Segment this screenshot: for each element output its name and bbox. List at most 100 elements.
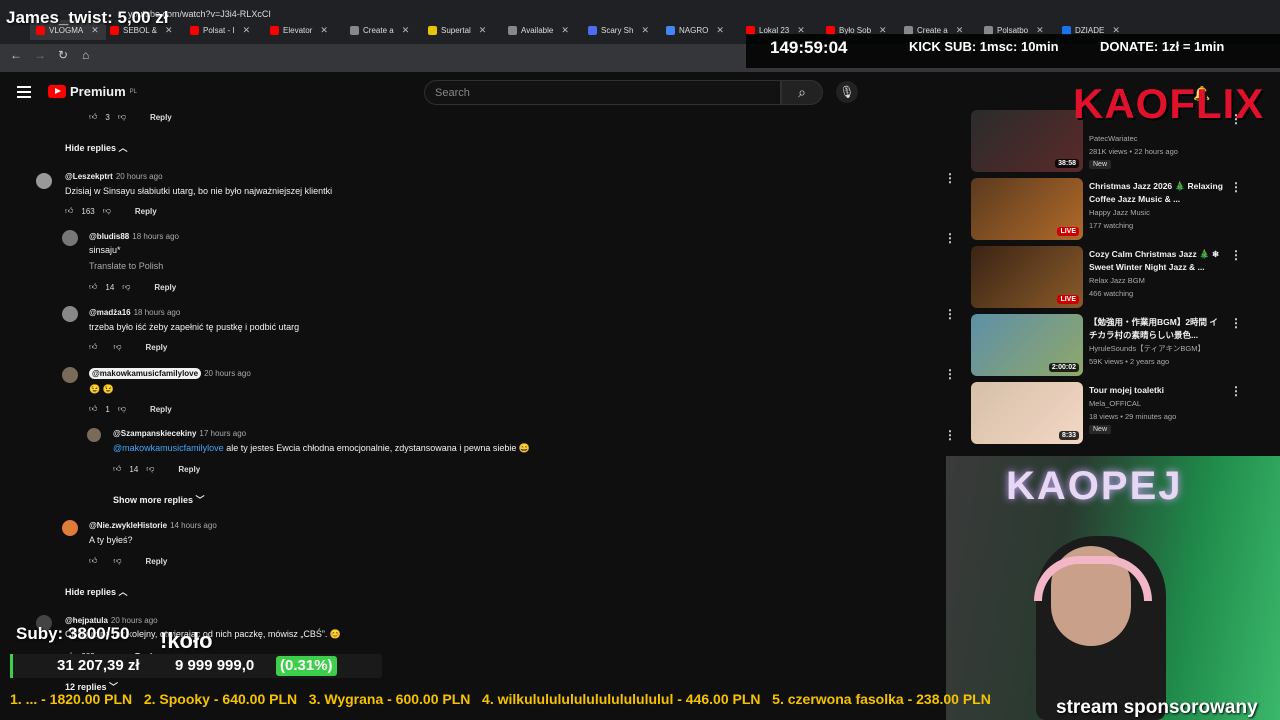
channel-name[interactable]: Mela_OFFICAL bbox=[1089, 397, 1141, 410]
reload-icon[interactable]: ↻ bbox=[58, 48, 68, 62]
video-title[interactable]: Cozy Calm Christmas Jazz 🎄 ❄ Sweet Winte… bbox=[1089, 248, 1224, 274]
search-input[interactable]: Search bbox=[424, 80, 781, 105]
comment-author[interactable]: @Szampanskiecekiny bbox=[113, 429, 196, 438]
overlay-top-donor: James_twist: 5,00 zł bbox=[6, 8, 169, 27]
reply-button[interactable]: Reply bbox=[154, 283, 176, 292]
tab-title: Polsat - I bbox=[203, 25, 235, 35]
menu-icon[interactable] bbox=[17, 86, 31, 98]
show-more-replies-button[interactable]: Show more replies ﹀ bbox=[113, 493, 205, 506]
comment-menu-icon[interactable]: ⋮ bbox=[944, 171, 956, 185]
dislike-icon[interactable]: 👎︎ bbox=[103, 206, 111, 216]
comment-menu-icon[interactable]: ⋮ bbox=[944, 367, 956, 381]
dislike-icon[interactable]: 👎︎ bbox=[146, 464, 154, 474]
comment-time[interactable]: 17 hours ago bbox=[199, 429, 246, 438]
search-button[interactable]: ⌕ bbox=[781, 80, 823, 105]
video-thumbnail[interactable]: LIVE bbox=[971, 246, 1083, 308]
youtube-premium-logo[interactable]: Premium PL bbox=[48, 84, 137, 99]
hide-replies-button[interactable]: Hide replies ︿ bbox=[65, 141, 128, 154]
video-thumbnail[interactable]: 2:00:02 bbox=[971, 314, 1083, 376]
comment-author[interactable]: @Nie.zwykleHistorie bbox=[89, 521, 167, 530]
close-tab-icon[interactable]: ✕ bbox=[320, 25, 328, 36]
comment-time[interactable]: 18 hours ago bbox=[134, 308, 181, 317]
channel-name[interactable]: PatecWariatec bbox=[1089, 132, 1138, 145]
reply-button[interactable]: Reply bbox=[150, 405, 172, 414]
channel-name[interactable]: Relax Jazz BGM bbox=[1089, 274, 1145, 287]
like-icon[interactable]: 👍︎ bbox=[89, 282, 97, 292]
hide-replies-button[interactable]: Hide replies ︿ bbox=[65, 585, 128, 598]
comment-author[interactable]: @makowkamusicfamilylove bbox=[89, 368, 202, 379]
close-tab-icon[interactable]: ✕ bbox=[641, 25, 649, 36]
comment-time[interactable]: 20 hours ago bbox=[204, 369, 251, 378]
like-icon[interactable]: 👍︎ bbox=[89, 112, 97, 122]
mention-link[interactable]: @makowkamusicfamilylove bbox=[113, 443, 224, 453]
comment-actions: 👍︎ 👎︎ Reply bbox=[89, 342, 167, 352]
like-icon[interactable]: 👍︎ bbox=[89, 342, 97, 352]
dislike-icon[interactable]: 👎︎ bbox=[118, 404, 126, 414]
reply-button[interactable]: Reply bbox=[146, 557, 168, 566]
comment-author[interactable]: @madża16 bbox=[89, 308, 131, 317]
close-tab-icon[interactable]: ✕ bbox=[243, 25, 251, 36]
video-meta: 177 watching bbox=[1089, 221, 1134, 230]
comment-actions: 👍︎ 👎︎ Reply bbox=[89, 556, 167, 566]
tab-title: Scary Sh bbox=[601, 25, 634, 35]
close-tab-icon[interactable]: ✕ bbox=[479, 25, 487, 36]
avatar[interactable] bbox=[87, 428, 101, 442]
video-menu-icon[interactable]: ⋮ bbox=[1230, 180, 1242, 194]
avatar[interactable] bbox=[62, 230, 78, 246]
avatar[interactable] bbox=[36, 173, 52, 189]
close-tab-icon[interactable]: ✕ bbox=[716, 25, 724, 36]
channel-name[interactable]: Happy Jazz Music bbox=[1089, 206, 1150, 219]
goal-bar-fill bbox=[10, 654, 13, 678]
avatar[interactable] bbox=[62, 367, 78, 383]
video-thumbnail[interactable]: 8:33 bbox=[971, 382, 1083, 444]
comment-header: @makowkamusicfamilylove 20 hours ago bbox=[89, 368, 251, 379]
dislike-icon[interactable]: 👎︎ bbox=[122, 282, 130, 292]
comment-author[interactable]: @Leszekptrt bbox=[65, 172, 113, 181]
dislike-icon[interactable]: 👎︎ bbox=[113, 556, 121, 566]
close-tab-icon[interactable]: ✕ bbox=[402, 25, 410, 36]
new-badge: New bbox=[1089, 425, 1112, 434]
video-title[interactable]: 【勉強用・作業用BGM】2時間 イチカラ村の素晴らしい景色... bbox=[1089, 316, 1224, 342]
video-title[interactable]: Christmas Jazz 2026 🎄 Relaxing Coffee Ja… bbox=[1089, 180, 1224, 206]
reply-button[interactable]: Reply bbox=[150, 113, 172, 122]
video-menu-icon[interactable]: ⋮ bbox=[1230, 384, 1242, 398]
like-icon[interactable]: 👍︎ bbox=[65, 206, 73, 216]
region-label: PL bbox=[129, 88, 137, 95]
avatar[interactable] bbox=[62, 306, 78, 322]
forward-icon[interactable]: → bbox=[34, 48, 46, 62]
like-icon[interactable]: 👍︎ bbox=[89, 404, 97, 414]
comment-menu-icon[interactable]: ⋮ bbox=[944, 428, 956, 442]
video-title[interactable]: Tour mojej toaletki bbox=[1089, 384, 1224, 397]
channel-name[interactable]: HyruleSounds【ティアキンBGM】 bbox=[1089, 342, 1205, 355]
live-badge: LIVE bbox=[1057, 227, 1079, 236]
video-menu-icon[interactable]: ⋮ bbox=[1230, 248, 1242, 262]
comment-menu-icon[interactable]: ⋮ bbox=[944, 231, 956, 245]
comment-time[interactable]: 20 hours ago bbox=[116, 172, 163, 181]
dislike-icon[interactable]: 👎︎ bbox=[118, 112, 126, 122]
video-thumbnail[interactable]: 38:58 bbox=[971, 110, 1083, 172]
address-bar[interactable]: youtube.com/watch?v=J3i4-RLXcCI bbox=[106, 3, 966, 25]
close-tab-icon[interactable]: ✕ bbox=[561, 25, 569, 36]
reply-button[interactable]: Reply bbox=[146, 343, 168, 352]
comment-author[interactable]: @bludis88 bbox=[89, 232, 129, 241]
reply-button[interactable]: Reply bbox=[135, 207, 157, 216]
avatar[interactable] bbox=[62, 520, 78, 536]
comment-time[interactable]: 14 hours ago bbox=[170, 521, 217, 530]
video-meta: 59K views • 2 years ago bbox=[1089, 357, 1170, 366]
like-icon[interactable]: 👍︎ bbox=[113, 464, 121, 474]
comment-menu-icon[interactable]: ⋮ bbox=[944, 307, 956, 321]
video-thumbnail[interactable]: LIVE bbox=[971, 178, 1083, 240]
translate-link[interactable]: Translate to Polish bbox=[89, 261, 163, 271]
comment-time[interactable]: 18 hours ago bbox=[132, 232, 179, 241]
comment-body: 😉 😉 bbox=[89, 384, 114, 394]
tab-favicon-icon bbox=[428, 25, 437, 35]
mic-button[interactable]: 🎙 bbox=[836, 81, 858, 103]
sponsor-label: stream sponsorowany bbox=[1056, 697, 1258, 718]
back-icon[interactable]: ← bbox=[10, 48, 22, 62]
like-icon[interactable]: 👍︎ bbox=[89, 556, 97, 566]
dislike-icon[interactable]: 👎︎ bbox=[113, 342, 121, 352]
like-count: 14 bbox=[129, 464, 139, 474]
home-icon[interactable]: ⌂ bbox=[82, 48, 89, 62]
reply-button[interactable]: Reply bbox=[178, 465, 200, 474]
video-menu-icon[interactable]: ⋮ bbox=[1230, 316, 1242, 330]
